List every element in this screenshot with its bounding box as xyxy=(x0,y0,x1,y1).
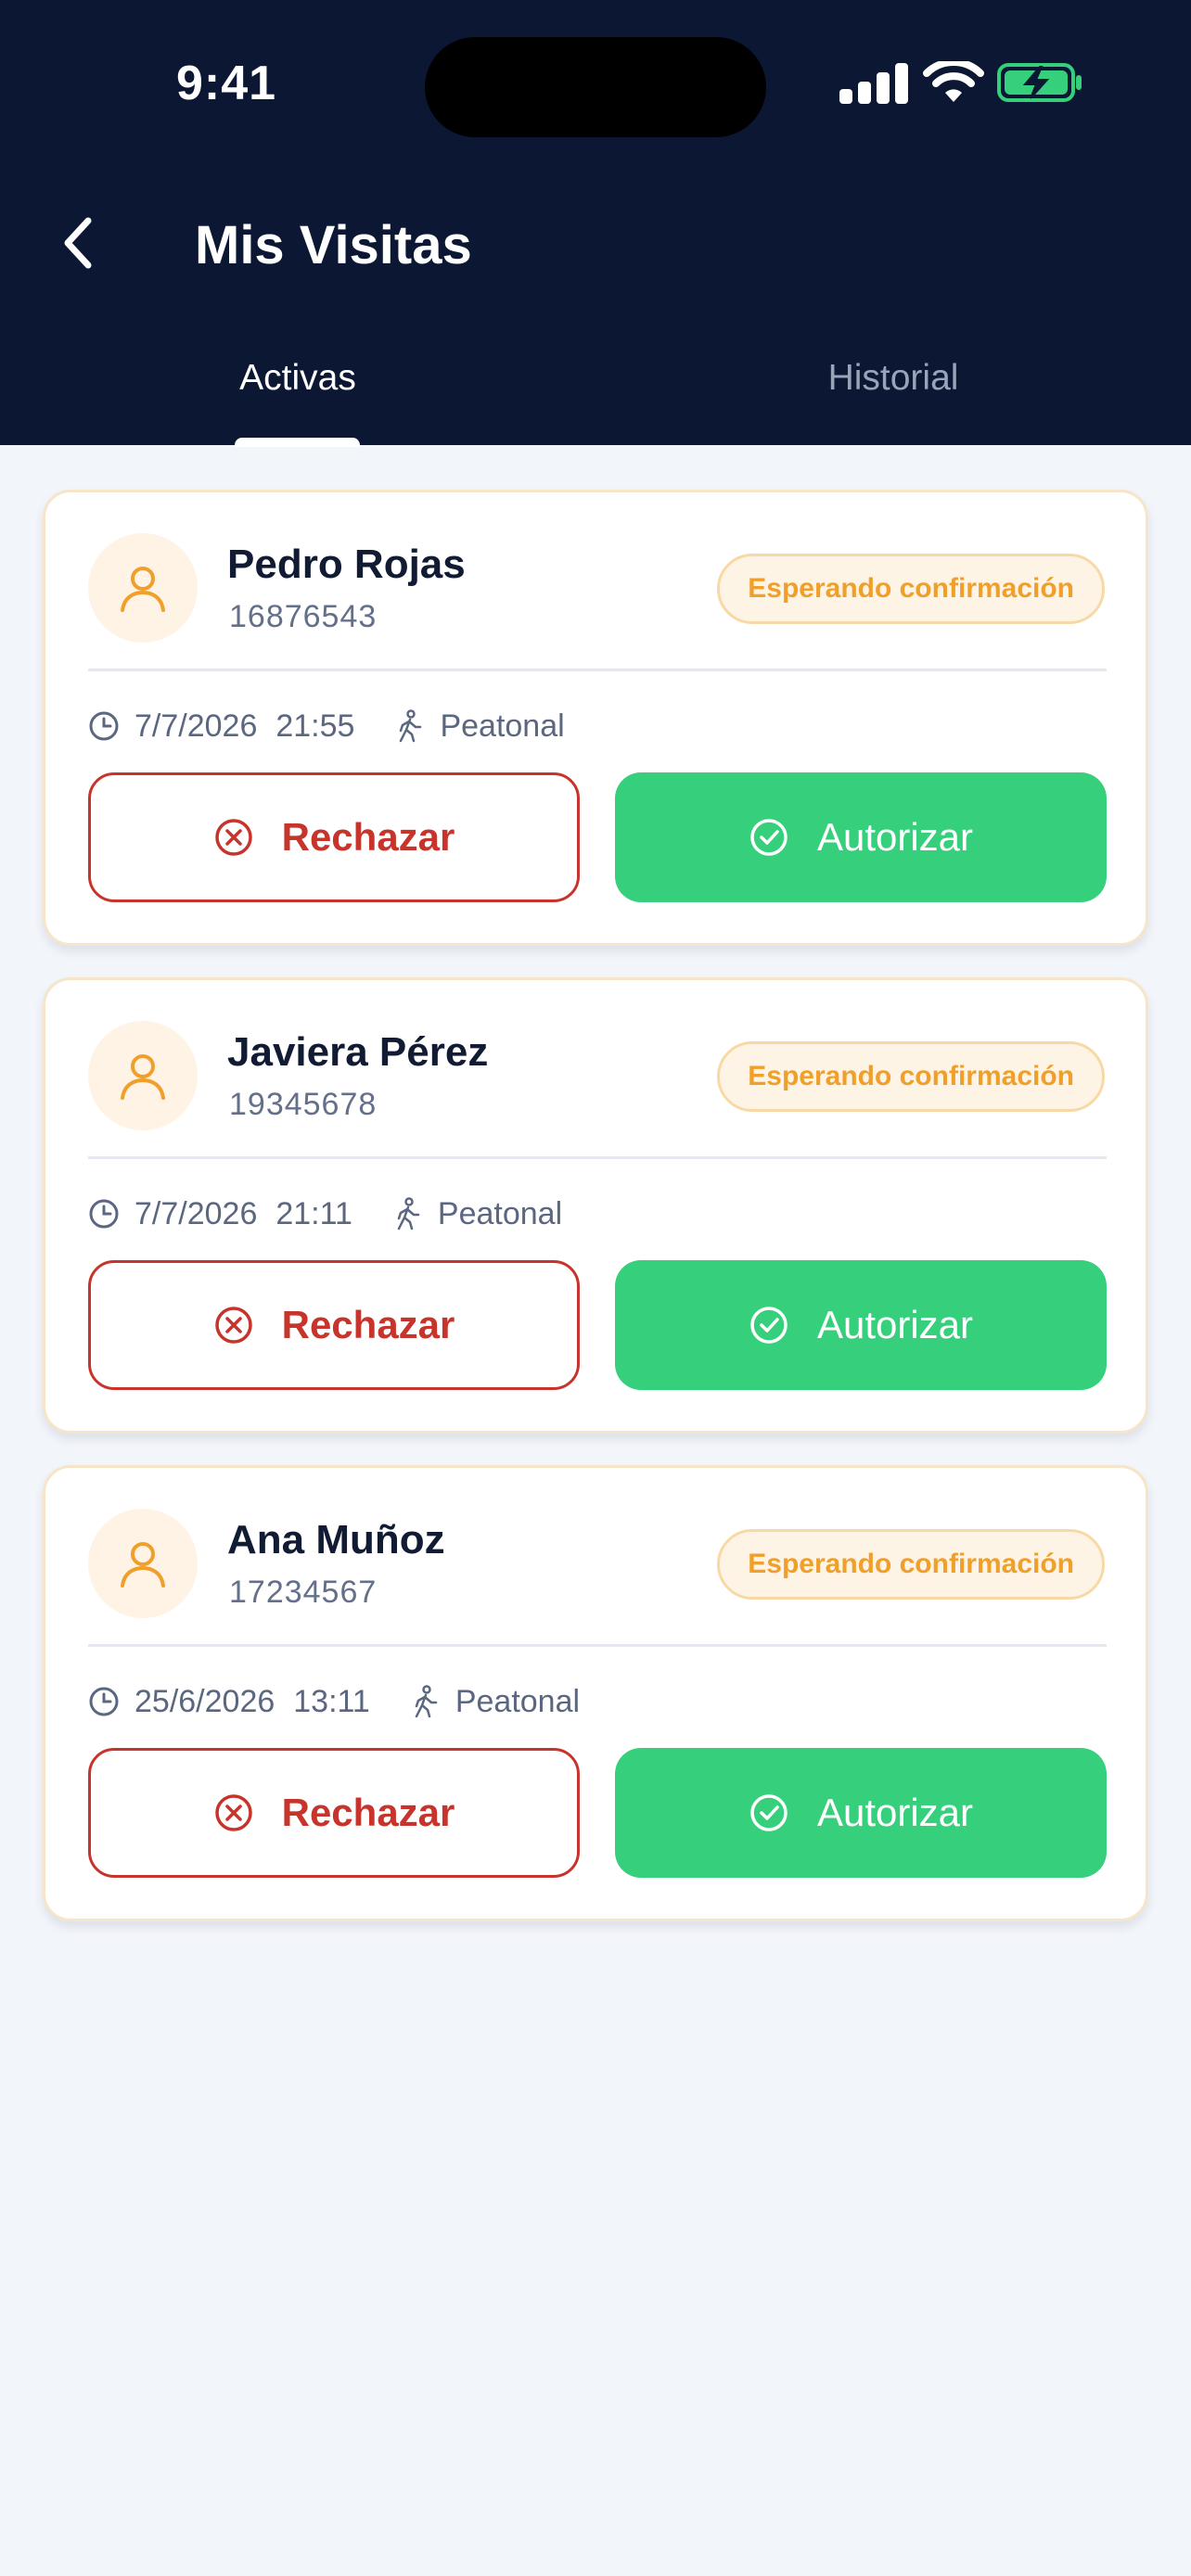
visit-meta: 7/7/2026 21:55 Peatonal xyxy=(88,698,1016,754)
clock-icon xyxy=(88,709,122,743)
tab-bar: Activas Historial xyxy=(0,343,1191,445)
chevron-left-icon xyxy=(64,217,92,269)
visit-card: Ana Muñoz 17234567 Esperando confirmació… xyxy=(43,1465,1148,1921)
walking-person-icon xyxy=(393,709,427,743)
back-button[interactable] xyxy=(46,206,108,280)
user-icon xyxy=(121,1054,165,1100)
active-tab-indicator xyxy=(235,438,360,447)
visit-date: 25/6/2026 xyxy=(134,1683,275,1719)
status-badge: Esperando confirmación xyxy=(717,554,1105,624)
avatar xyxy=(88,1021,198,1130)
reject-label: Rechazar xyxy=(281,1791,455,1834)
visit-time: 13:11 xyxy=(293,1683,370,1719)
visitor-name: Pedro Rojas xyxy=(227,542,466,587)
visit-type: Peatonal xyxy=(440,708,565,744)
reject-button[interactable]: Rechazar xyxy=(88,1260,580,1390)
authorize-label: Autorizar xyxy=(816,1303,974,1346)
divider xyxy=(88,1156,1107,1159)
cellular-signal-icon xyxy=(839,61,908,104)
visit-type: Peatonal xyxy=(437,1195,563,1231)
clock-icon xyxy=(88,1685,122,1718)
page-title: Mis Visitas xyxy=(195,215,472,275)
visitor-name: Ana Muñoz xyxy=(227,1517,445,1562)
tab-historial[interactable]: Historial xyxy=(596,343,1191,445)
avatar xyxy=(88,1509,198,1618)
tab-activas[interactable]: Activas xyxy=(0,343,596,445)
authorize-button[interactable]: Autorizar xyxy=(615,1260,1107,1390)
walking-person-icon xyxy=(409,1685,442,1718)
divider xyxy=(88,1644,1107,1647)
divider xyxy=(88,669,1107,671)
x-circle-icon xyxy=(213,817,254,858)
visitor-name: Javiera Pérez xyxy=(227,1029,489,1075)
status-icons xyxy=(839,58,1082,108)
x-circle-icon xyxy=(213,1305,254,1345)
visitor-rut: 17234567 xyxy=(229,1575,378,1610)
avatar xyxy=(88,533,198,643)
clock-icon xyxy=(88,1197,122,1231)
visit-card: Pedro Rojas 16876543 Esperando confirmac… xyxy=(43,490,1148,946)
check-circle-icon xyxy=(749,1305,789,1345)
status-time: 9:41 xyxy=(176,57,277,110)
status-badge: Esperando confirmación xyxy=(717,1529,1105,1600)
check-circle-icon xyxy=(749,1792,789,1833)
status-bar: 9:41 xyxy=(0,0,1191,167)
battery-charging-icon xyxy=(997,61,1082,104)
nav-bar: Mis Visitas xyxy=(0,185,1191,306)
visit-type: Peatonal xyxy=(455,1683,581,1719)
reject-label: Rechazar xyxy=(281,815,455,859)
authorize-button[interactable]: Autorizar xyxy=(615,1748,1107,1878)
visit-time: 21:11 xyxy=(275,1195,352,1231)
x-circle-icon xyxy=(213,1792,254,1833)
user-icon xyxy=(121,567,165,612)
walking-person-icon xyxy=(391,1197,425,1231)
visit-time: 21:55 xyxy=(275,708,355,744)
reject-label: Rechazar xyxy=(281,1303,455,1346)
authorize-button[interactable]: Autorizar xyxy=(615,772,1107,902)
visitor-rut: 19345678 xyxy=(229,1087,378,1122)
visit-card: Javiera Pérez 19345678 Esperando confirm… xyxy=(43,977,1148,1434)
user-icon xyxy=(121,1542,165,1588)
check-circle-icon xyxy=(749,817,789,858)
visit-date: 7/7/2026 xyxy=(134,1195,258,1231)
status-badge: Esperando confirmación xyxy=(717,1041,1105,1112)
visitor-rut: 16876543 xyxy=(229,599,378,634)
authorize-label: Autorizar xyxy=(816,815,974,859)
authorize-label: Autorizar xyxy=(816,1791,974,1834)
visit-meta: 25/6/2026 13:11 Peatonal xyxy=(88,1674,1016,1729)
reject-button[interactable]: Rechazar xyxy=(88,772,580,902)
visit-date: 7/7/2026 xyxy=(134,708,258,744)
wifi-icon xyxy=(923,58,984,104)
reject-button[interactable]: Rechazar xyxy=(88,1748,580,1878)
app-header: 9:41 Mis Visitas Activas Historial xyxy=(0,0,1191,447)
dynamic-island xyxy=(425,37,766,137)
visit-meta: 7/7/2026 21:11 Peatonal xyxy=(88,1186,1016,1242)
